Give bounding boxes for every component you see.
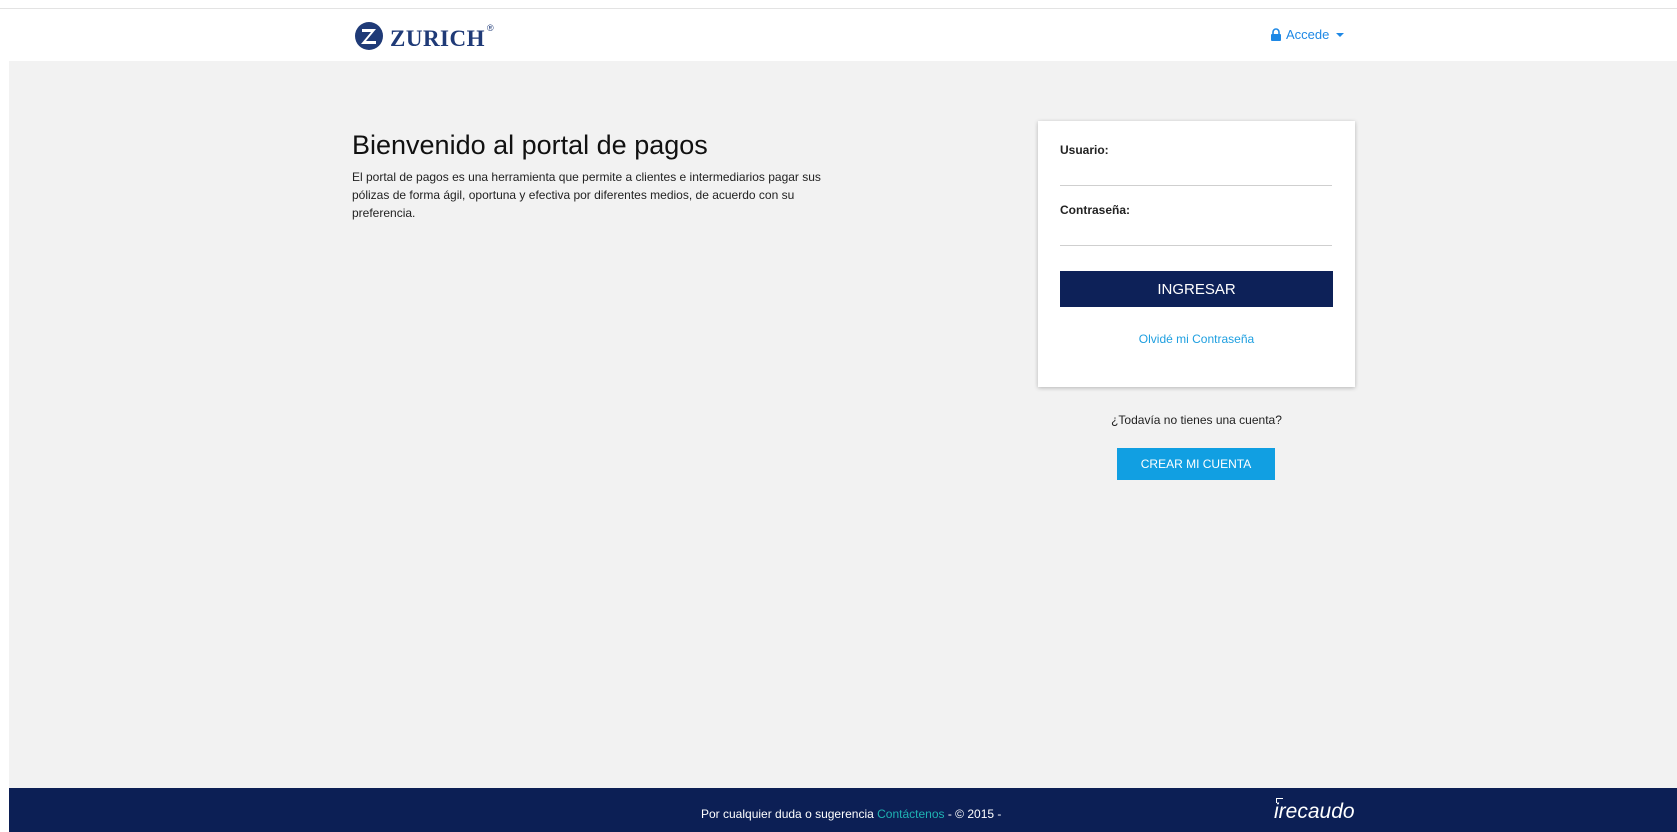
left-strip <box>0 9 9 832</box>
username-label: Usuario: <box>1060 143 1109 157</box>
site-header <box>9 9 1677 61</box>
irecaudo-logo-text: recaudo <box>1278 800 1355 823</box>
page-title: Bienvenido al portal de pagos <box>352 130 708 160</box>
irecaudo-logo: irecaudo <box>1274 798 1355 824</box>
no-account-prompt: ¿Todavía no tienes una cuenta? <box>1111 413 1282 427</box>
password-input[interactable] <box>1060 224 1332 246</box>
accede-label: Accede <box>1286 27 1330 42</box>
zurich-logo-icon <box>355 22 383 50</box>
welcome-section: Bienvenido al portal de pagos El portal … <box>352 128 852 222</box>
create-account-button[interactable]: CREAR MI CUENTA <box>1117 448 1275 480</box>
ingresar-button[interactable]: INGRESAR <box>1060 271 1333 307</box>
lock-icon <box>1271 28 1281 41</box>
contact-link[interactable]: Contáctenos <box>877 807 944 821</box>
username-input[interactable] <box>1060 164 1332 186</box>
site-footer: Por cualquier duda o sugerencia Contácte… <box>9 788 1677 832</box>
accede-dropdown[interactable]: Accede <box>1270 27 1345 42</box>
forgot-password-link[interactable]: Olvidé mi Contraseña <box>1038 332 1355 346</box>
registered-mark: ® <box>487 23 494 33</box>
footer-text: Por cualquier duda o sugerencia Contácte… <box>701 807 1001 821</box>
page: ZURICH ® Accede Bienvenido al portal de … <box>0 0 1677 832</box>
caret-down-icon <box>1336 32 1345 37</box>
footer-text-before: Por cualquier duda o sugerencia <box>701 807 878 821</box>
irecaudo-logo-i: i <box>1274 798 1283 823</box>
login-form: Usuario: Contraseña: INGRESAR Olvidé mi … <box>1038 121 1355 387</box>
password-label: Contraseña: <box>1060 203 1131 217</box>
brand-name: ZURICH <box>390 25 486 51</box>
zurich-logo[interactable]: ZURICH ® <box>354 20 498 52</box>
footer-copyright: - © 2015 - <box>944 807 1002 821</box>
welcome-description: El portal de pagos es una herramienta qu… <box>352 170 821 220</box>
